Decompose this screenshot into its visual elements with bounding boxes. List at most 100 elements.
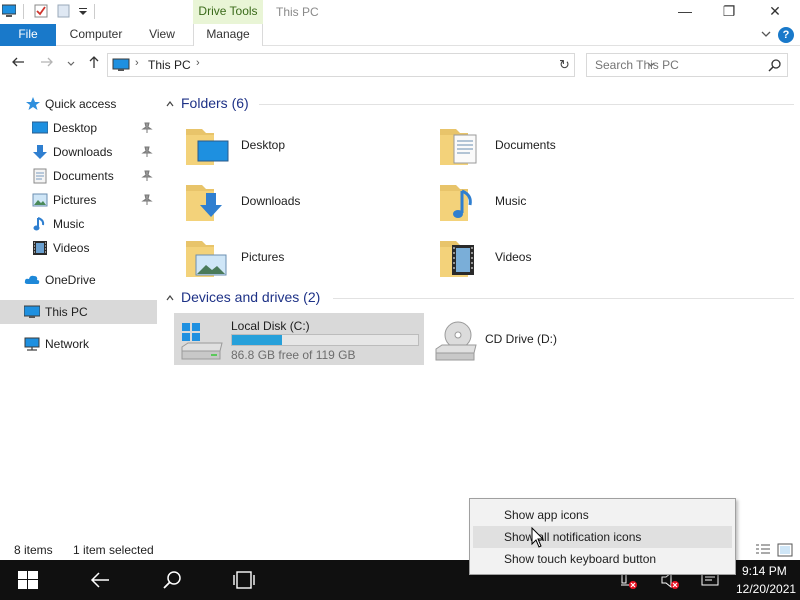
sidebar-item-this-pc[interactable]: This PC [0, 300, 157, 324]
menu-item-show-app-icons[interactable]: Show app icons [473, 504, 732, 526]
drive-free-space: 86.8 GB free of 119 GB [231, 348, 356, 362]
sidebar-item-music[interactable]: Music [0, 212, 157, 236]
breadcrumb-chevron-icon[interactable]: › [196, 57, 200, 69]
refresh-button[interactable]: ↻ [555, 53, 575, 77]
star-icon [26, 97, 40, 110]
videos-folder-icon [440, 241, 474, 277]
clock-date[interactable]: 12/20/2021 [736, 582, 796, 596]
collapse-chevron-icon[interactable] [165, 99, 175, 109]
ribbon-tabs: File Computer View Manage ? [0, 24, 800, 46]
address-path[interactable]: This PC [148, 58, 191, 72]
sidebar-item-label: Videos [53, 241, 90, 255]
back-arrow-icon [90, 572, 109, 588]
new-folder-icon[interactable] [57, 4, 71, 18]
qat-divider [23, 4, 24, 19]
search-icon[interactable] [768, 58, 782, 72]
tab-view[interactable]: View [140, 24, 184, 46]
computer-icon [24, 305, 40, 318]
sidebar-item-label: Music [53, 217, 85, 231]
folder-item[interactable]: Desktop [184, 121, 424, 173]
folder-label: Pictures [241, 250, 285, 264]
task-view-button[interactable] [220, 560, 268, 600]
folder-label: Videos [495, 250, 532, 264]
tab-computer[interactable]: Computer [62, 24, 130, 46]
group-divider [259, 104, 794, 105]
qat-dropdown-icon[interactable] [76, 4, 90, 18]
folder-label: Downloads [241, 194, 301, 208]
tab-file[interactable]: File [0, 24, 56, 46]
folder-item[interactable]: Pictures [184, 233, 424, 285]
item-count: 8 items [14, 543, 53, 557]
sidebar-item-videos[interactable]: Videos [0, 236, 157, 260]
pin-icon[interactable] [141, 146, 153, 158]
sidebar-item-downloads[interactable]: Downloads [0, 140, 157, 164]
desktop-icon [32, 121, 48, 134]
pictures-icon [32, 193, 48, 207]
large-icons-view-icon[interactable] [777, 542, 793, 558]
tab-manage[interactable]: Manage [193, 24, 263, 46]
sidebar-item-desktop[interactable]: Desktop [0, 116, 157, 140]
close-button[interactable]: ✕ [752, 0, 798, 24]
back-button[interactable] [9, 55, 27, 73]
drive-item-cd-drive[interactable]: CD Drive (D:) [428, 313, 678, 365]
drive-item-local-disk[interactable]: Local Disk (C:) 86.8 GB free of 119 GB [174, 313, 424, 365]
properties-icon[interactable] [34, 4, 48, 18]
desktop-folder-icon [186, 129, 229, 165]
search-box[interactable] [586, 53, 788, 77]
network-icon [24, 337, 40, 351]
task-view-icon [233, 571, 255, 589]
chevron-down-icon[interactable] [760, 28, 772, 40]
search-input[interactable] [587, 54, 767, 76]
clock-time[interactable]: 9:14 PM [742, 564, 787, 578]
pin-icon[interactable] [141, 170, 153, 182]
computer-icon[interactable] [2, 4, 16, 18]
drive-usage-fill [232, 335, 283, 345]
sidebar-item-label: Documents [53, 169, 114, 183]
folder-item[interactable]: Downloads [184, 177, 424, 229]
folder-item[interactable]: Documents [438, 121, 678, 173]
sidebar-item-label: Quick access [45, 97, 117, 111]
document-icon [33, 168, 47, 184]
drives-group-header[interactable]: Devices and drives (2) [181, 289, 320, 305]
folders-group-header[interactable]: Folders (6) [181, 95, 249, 111]
collapse-chevron-icon[interactable] [165, 293, 175, 303]
window-title: This PC [276, 5, 319, 19]
menu-item-show-all-notification-icons[interactable]: Show all notification icons [473, 526, 732, 548]
folder-item[interactable]: Music [438, 177, 678, 229]
search-task-button[interactable] [148, 560, 196, 600]
start-button[interactable] [4, 560, 52, 600]
help-button[interactable]: ? [778, 27, 794, 43]
menu-item-show-touch-keyboard-button[interactable]: Show touch keyboard button [473, 548, 732, 570]
sidebar-item-quick-access[interactable]: Quick access [0, 92, 157, 116]
folder-label: Desktop [241, 138, 286, 152]
cd-drive-icon [435, 321, 477, 361]
folder-item[interactable]: Videos [438, 233, 678, 285]
forward-arrow-icon [41, 57, 53, 67]
pin-icon[interactable] [141, 194, 153, 206]
download-icon [33, 145, 47, 159]
cloud-icon [24, 275, 40, 284]
sidebar-item-onedrive[interactable]: OneDrive [0, 268, 157, 292]
forward-button[interactable] [38, 55, 56, 73]
minimize-button[interactable]: — [662, 0, 708, 24]
pin-icon[interactable] [141, 122, 153, 134]
sidebar-item-documents[interactable]: Documents [0, 164, 157, 188]
recent-locations-button[interactable] [62, 55, 80, 73]
music-folder-icon [440, 185, 472, 221]
maximize-button[interactable]: ❐ [706, 0, 752, 24]
drive-usage-bar [231, 334, 419, 346]
sidebar-item-pictures[interactable]: Pictures [0, 188, 157, 212]
sidebar-item-label: Downloads [53, 145, 113, 159]
up-button[interactable] [85, 55, 103, 73]
address-bar[interactable]: › This PC › [107, 53, 655, 77]
details-view-icon[interactable] [755, 542, 771, 558]
folder-label: Documents [495, 138, 556, 152]
sidebar-item-label: Pictures [53, 193, 97, 207]
navigation-pane: Quick access Desktop Downloads Documents [0, 84, 157, 540]
sidebar-item-network[interactable]: Network [0, 332, 157, 356]
drive-tools-context-label: Drive Tools [193, 0, 263, 24]
qat-divider [94, 4, 95, 19]
address-chevron-icon[interactable]: › [135, 57, 139, 69]
back-task-button[interactable] [76, 560, 124, 600]
pictures-folder-icon [186, 241, 227, 277]
